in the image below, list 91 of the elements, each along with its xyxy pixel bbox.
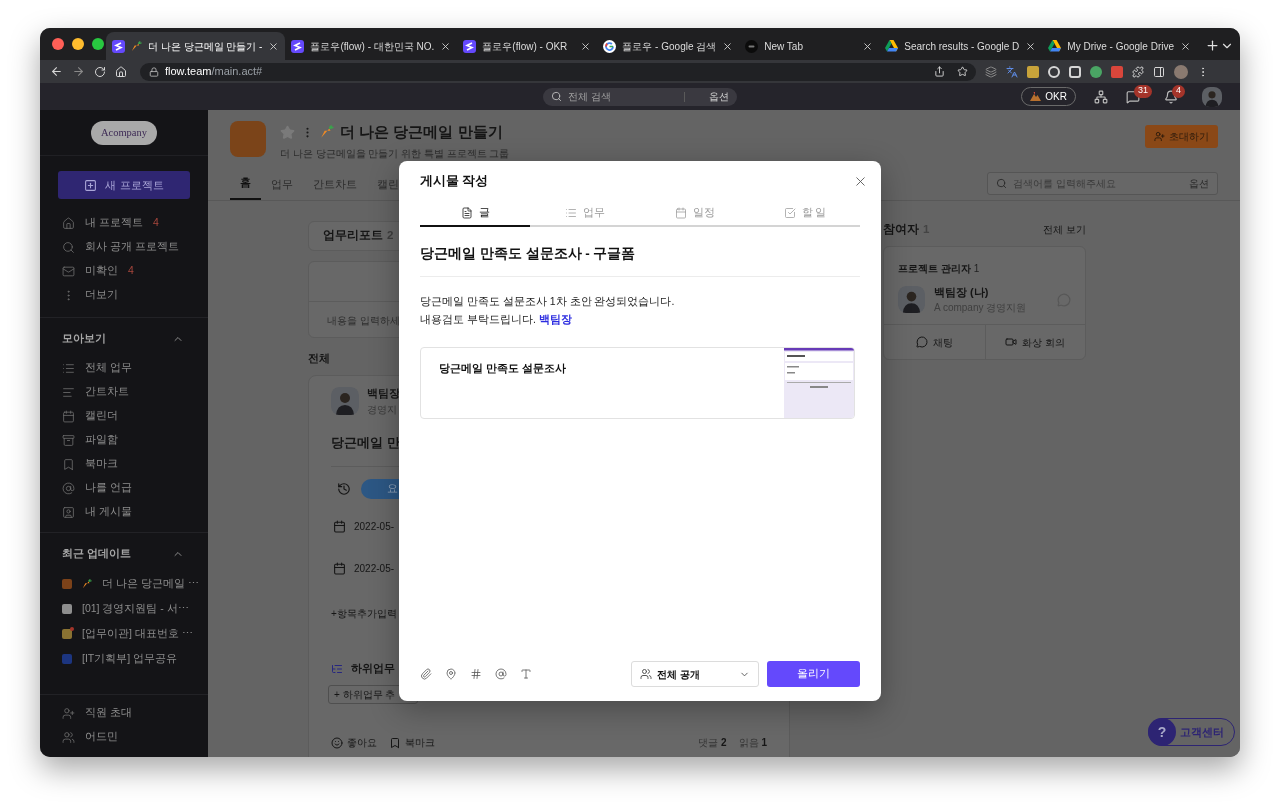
browser-tab[interactable]: New Tab bbox=[739, 32, 880, 60]
browser-tab[interactable]: 더 나은 당근메일 만들기 - bbox=[106, 32, 286, 60]
subtask-title: 하위업무 bbox=[351, 661, 395, 677]
sidebar-item-label: 내 게시물 bbox=[85, 504, 132, 520]
view-all-link[interactable]: 전체 보기 bbox=[1043, 221, 1086, 237]
post-type-tab[interactable]: 글 bbox=[420, 201, 530, 227]
project-tab[interactable]: 홈 bbox=[230, 174, 261, 200]
sidebar-item-label: 직원 초대 bbox=[85, 705, 132, 721]
sidebar-item[interactable]: 나를 언급 bbox=[40, 476, 208, 500]
sidebar-item-label: 캘린더 bbox=[85, 408, 118, 424]
report-title: 업무리포트 bbox=[323, 227, 383, 243]
unread-count: 4 bbox=[128, 263, 134, 279]
tab-title: New Tab bbox=[764, 39, 803, 54]
tab-title: 더 나은 당근메일 만들기 - bbox=[148, 39, 263, 54]
new-project-button[interactable]: 새 프로젝트 bbox=[58, 171, 190, 199]
sidebar-item[interactable]: 더보기 bbox=[40, 283, 208, 307]
post-type-tab[interactable]: 업무 bbox=[530, 201, 640, 227]
post-body-text: 내용검토 부탁드립니다. 백팀장 bbox=[420, 312, 573, 328]
browser-tab[interactable]: 플로우(flow) - 대한민국 NO. bbox=[285, 32, 458, 60]
browser-tab[interactable]: 플로우(flow) - OKR bbox=[457, 32, 598, 60]
sidebar-item-label: 파일함 bbox=[85, 432, 118, 448]
sidebar-item-label: 나를 언급 bbox=[85, 480, 132, 496]
tab-title: My Drive - Google Drive bbox=[1067, 39, 1175, 54]
sidebar-item-label: 간트차트 bbox=[85, 384, 129, 400]
post-title: 당근메일 만 bbox=[331, 433, 401, 452]
sidebar-item-label: 북마크 bbox=[85, 456, 118, 472]
recent-project-item[interactable]: [IT기획부] 업무공유 bbox=[40, 646, 208, 671]
sidebar-item[interactable]: 간트차트 bbox=[40, 380, 208, 404]
group-title: 프로젝트 관리자 bbox=[898, 261, 971, 276]
address-field[interactable]: flow.team/main.act# bbox=[140, 62, 976, 81]
sidebar-item-label: [IT기획부] 업무공유 bbox=[82, 650, 178, 666]
sidebar-item[interactable]: 북마크 bbox=[40, 452, 208, 476]
author-name: 백팀장 bbox=[367, 386, 400, 401]
post-title-field[interactable]: 당근메일 만족도 설문조사 - 구글폼 bbox=[420, 244, 860, 265]
browser-tab[interactable]: 플로우 - Google 검색 bbox=[597, 32, 740, 60]
search-options-button[interactable]: 옵션 bbox=[709, 89, 729, 104]
sidebar-item-label: 전체 업무 bbox=[85, 360, 132, 376]
link-preview-card[interactable]: 당근메일 만족도 설문조사 bbox=[420, 347, 855, 420]
sidebar-item[interactable]: 내 프로젝트 4 bbox=[40, 211, 208, 235]
post-type-tab[interactable]: 할 일 bbox=[750, 201, 860, 227]
notification-count-badge: 4 bbox=[1172, 84, 1185, 98]
visibility-select[interactable]: 전체 공개 bbox=[631, 661, 759, 687]
group-count: 1 bbox=[973, 261, 980, 276]
chat-button[interactable]: 채팅 bbox=[884, 325, 985, 360]
date-text: 2022-05- bbox=[354, 562, 395, 577]
company-logo[interactable]: Acompany bbox=[90, 120, 158, 145]
tab-title: 플로우(flow) - OKR bbox=[482, 39, 568, 54]
sidebar-item-label: [업무이관] 대표번호 ⋯ bbox=[82, 625, 193, 641]
sidebar-item[interactable]: 내 게시물 bbox=[40, 500, 208, 524]
sidebar-item[interactable]: 캘린더 bbox=[40, 404, 208, 428]
browser-tab[interactable]: Search results - Google D bbox=[879, 32, 1043, 60]
sidebar-item[interactable]: 직원 초대 bbox=[40, 701, 208, 725]
submit-button[interactable]: 올리기 bbox=[767, 661, 860, 687]
sidebar-item[interactable]: 파일함 bbox=[40, 428, 208, 452]
sidebar-item[interactable]: 회사 공개 프로젝트 bbox=[40, 235, 208, 259]
tab-title: Search results - Google D bbox=[904, 39, 1020, 54]
tab-title: 플로우 - Google 검색 bbox=[622, 39, 717, 54]
participants-title: 참여자 bbox=[883, 221, 919, 237]
like-button[interactable]: 좋아요 bbox=[331, 735, 377, 750]
date-text: 2022-05- bbox=[354, 520, 395, 535]
sidebar-item-label: 회사 공개 프로젝트 bbox=[85, 239, 179, 255]
project-title: 더 나은 당근메일 만들기 bbox=[340, 122, 503, 142]
sidebar-item[interactable]: 전체 업무 bbox=[40, 356, 208, 380]
recent-project-item[interactable]: 더 나은 당근메일 ⋯ bbox=[40, 571, 208, 596]
section-title: 최근 업데이트 bbox=[62, 546, 131, 562]
post-body-text: 당근메일 만족도 설문조사 1차 초안 완성되었습니다. bbox=[420, 294, 676, 310]
member-name: 백팀장 (나) bbox=[934, 284, 990, 300]
search-field[interactable]: 전체 검색 옵션 bbox=[543, 87, 737, 106]
recent-project-item[interactable]: [업무이관] 대표번호 ⋯ bbox=[40, 621, 208, 646]
link-preview-title: 당근메일 만족도 설문조사 bbox=[438, 361, 567, 377]
video-call-button[interactable]: 화상 회의 bbox=[984, 325, 1085, 360]
sidebar-item-label: 더보기 bbox=[85, 287, 118, 303]
section-title: 전체 bbox=[308, 350, 331, 366]
sidebar-item-label: 내 프로젝트 bbox=[85, 215, 143, 231]
unread-count: 4 bbox=[152, 215, 159, 231]
tab-title: 플로우(flow) - 대한민국 NO. bbox=[310, 39, 435, 54]
section-title: 모아보기 bbox=[62, 331, 106, 347]
recent-project-item[interactable]: [01] 경영지원팀 - 서⋯ bbox=[40, 596, 208, 621]
browser-tab[interactable]: My Drive - Google Drive bbox=[1042, 32, 1198, 60]
bookmark-button[interactable]: 북마크 bbox=[389, 735, 435, 750]
sidebar-item[interactable]: 어드민 bbox=[40, 725, 208, 749]
sidebar-item-label: 미확인 bbox=[85, 263, 118, 279]
post-type-tab[interactable]: 일정 bbox=[640, 201, 750, 227]
mention-link[interactable]: 백팀장 bbox=[538, 313, 572, 326]
dialog-title: 게시물 작성 bbox=[420, 172, 489, 190]
sidebar-item-label: [01] 경영지원팀 - 서⋯ bbox=[82, 600, 189, 616]
url-text: flow.team/main.act# bbox=[165, 64, 263, 80]
sidebar-item-label: 더 나은 당근메일 ⋯ bbox=[102, 575, 199, 591]
sidebar-item-label: 어드민 bbox=[85, 729, 118, 745]
chat-count-badge: 31 bbox=[1134, 84, 1152, 98]
sidebar-item[interactable]: 미확인 4 bbox=[40, 259, 208, 283]
